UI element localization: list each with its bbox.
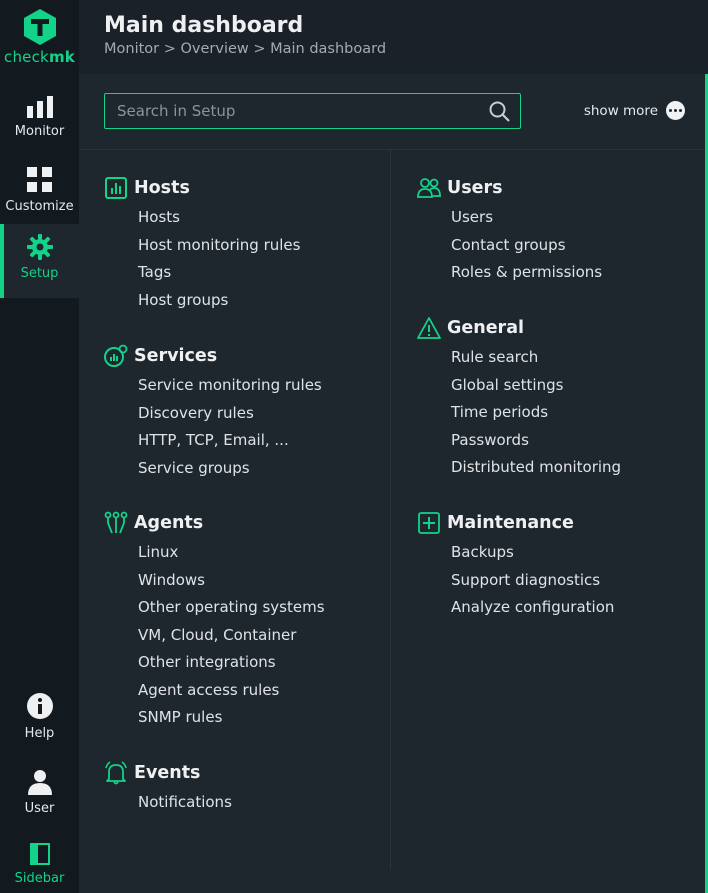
nav-monitor[interactable]: Monitor: [0, 82, 79, 156]
page-title: Main dashboard: [104, 13, 304, 38]
menu-item-roles-permissions[interactable]: Roles & permissions: [451, 263, 602, 291]
menu-item-vm-cloud-container[interactable]: VM, Cloud, Container: [138, 626, 325, 654]
user-icon: [27, 770, 52, 795]
main-navigation: checkmk Monitor Customize Setup Help Use…: [0, 0, 79, 893]
nav-monitor-label: Monitor: [14, 124, 65, 139]
menu-item-notifications[interactable]: Notifications: [138, 793, 232, 821]
nav-help[interactable]: Help: [0, 684, 79, 758]
nav-user-label: User: [24, 801, 55, 816]
page-header: Main dashboard Monitor > Overview > Main…: [79, 0, 708, 74]
menu-item-hosts[interactable]: Hosts: [138, 208, 300, 236]
section-title: Hosts: [134, 178, 190, 198]
menu-item-rule-search[interactable]: Rule search: [451, 348, 621, 376]
show-more-label: show more: [583, 102, 658, 119]
checkmk-logo-icon: [23, 9, 56, 45]
section-maintenance: Maintenance Backups Support diagnostics …: [417, 511, 614, 626]
menu-item-global-settings[interactable]: Global settings: [451, 376, 621, 404]
section-title: Events: [134, 763, 201, 783]
nav-setup-label: Setup: [20, 266, 59, 281]
more-dots-icon: [666, 101, 685, 120]
menu-item-windows[interactable]: Windows: [138, 571, 325, 599]
menu-item-linux[interactable]: Linux: [138, 543, 325, 571]
menu-item-analyze-configuration[interactable]: Analyze configuration: [451, 598, 614, 626]
agents-icon: [104, 511, 128, 534]
bell-icon: [105, 761, 127, 785]
search-bar-row: show more: [79, 74, 705, 150]
show-more-button[interactable]: show more: [584, 101, 685, 120]
section-hosts: Hosts Hosts Host monitoring rules Tags H…: [104, 176, 300, 318]
menu-item-other-operating-systems[interactable]: Other operating systems: [138, 598, 325, 626]
column-divider: [390, 150, 391, 870]
nav-customize[interactable]: Customize: [0, 157, 79, 231]
checkmk-logo[interactable]: checkmk: [0, 8, 79, 66]
search-input[interactable]: [105, 94, 480, 128]
section-title: Maintenance: [447, 513, 574, 533]
menu-item-distributed-monitoring[interactable]: Distributed monitoring: [451, 458, 621, 486]
menu-item-other-integrations[interactable]: Other integrations: [138, 653, 325, 681]
menu-item-users[interactable]: Users: [451, 208, 602, 236]
logo-text: checkmk: [4, 48, 75, 66]
menu-item-agent-access-rules[interactable]: Agent access rules: [138, 681, 325, 709]
menu-item-service-monitoring-rules[interactable]: Service monitoring rules: [138, 376, 322, 404]
bar-chart-icon: [26, 96, 53, 118]
warning-icon: [417, 317, 441, 339]
section-events: Events Notifications: [104, 761, 232, 821]
menu-item-contact-groups[interactable]: Contact groups: [451, 236, 602, 264]
grid-icon: [26, 167, 52, 192]
section-title: Services: [134, 346, 218, 366]
nav-help-label: Help: [24, 726, 55, 741]
section-title: General: [447, 318, 524, 338]
users-icon: [417, 178, 441, 198]
services-icon: [104, 344, 128, 367]
section-users: Users Users Contact groups Roles & permi…: [417, 176, 602, 291]
menu-item-snmp-rules[interactable]: SNMP rules: [138, 708, 325, 736]
menu-item-service-groups[interactable]: Service groups: [138, 459, 322, 487]
section-agents: Agents Linux Windows Other operating sys…: [104, 511, 325, 736]
section-title: Agents: [134, 513, 204, 533]
menu-item-discovery-rules[interactable]: Discovery rules: [138, 404, 322, 432]
section-general: General Rule search Global settings Time…: [417, 316, 621, 486]
info-icon: [26, 693, 53, 719]
section-title: Users: [447, 178, 503, 198]
menu-item-support-diagnostics[interactable]: Support diagnostics: [451, 571, 614, 599]
search-icon[interactable]: [489, 101, 510, 122]
nav-user[interactable]: User: [0, 759, 79, 833]
sidebar-icon: [29, 843, 50, 865]
section-services: Services Service monitoring rules Discov…: [104, 344, 322, 486]
search-box: [104, 93, 521, 129]
plus-box-icon: [418, 512, 440, 534]
menu-item-time-periods[interactable]: Time periods: [451, 403, 621, 431]
menu-item-passwords[interactable]: Passwords: [451, 431, 621, 459]
menu-item-host-groups[interactable]: Host groups: [138, 291, 300, 319]
nav-sidebar[interactable]: Sidebar: [0, 829, 79, 893]
breadcrumb: Monitor > Overview > Main dashboard: [104, 41, 387, 57]
menu-item-backups[interactable]: Backups: [451, 543, 614, 571]
menu-item-tags[interactable]: Tags: [138, 263, 300, 291]
gear-icon: [26, 234, 53, 260]
nav-customize-label: Customize: [5, 199, 74, 214]
menu-item-http-tcp-email[interactable]: HTTP, TCP, Email, ...: [138, 431, 322, 459]
nav-sidebar-label: Sidebar: [14, 871, 65, 886]
host-icon: [105, 177, 127, 199]
menu-item-host-monitoring-rules[interactable]: Host monitoring rules: [138, 236, 300, 264]
nav-setup[interactable]: Setup: [0, 224, 79, 298]
